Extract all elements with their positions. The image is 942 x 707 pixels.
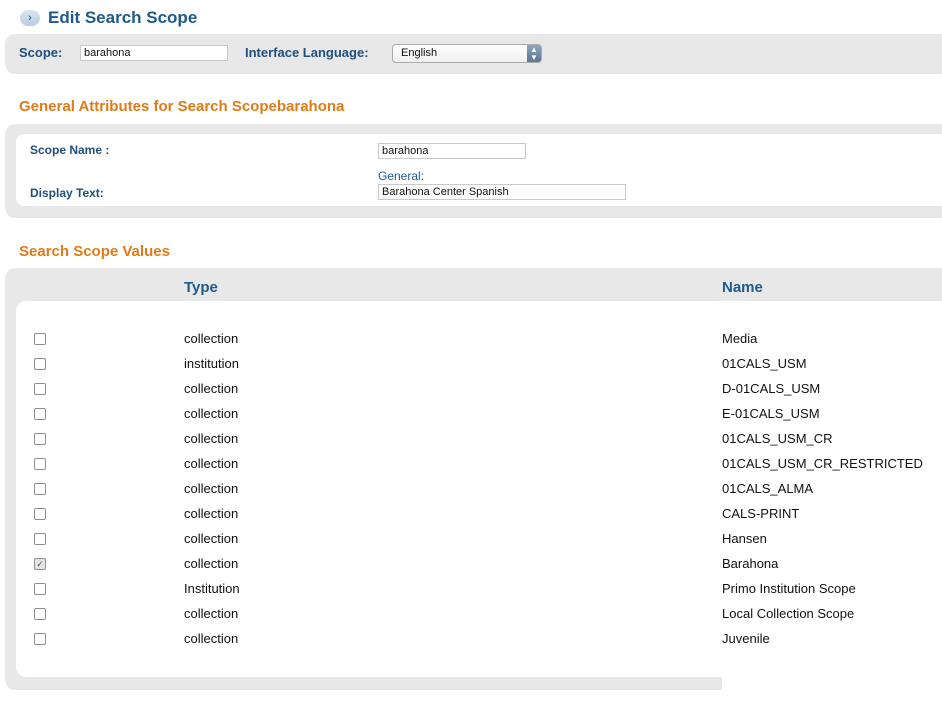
select-arrows-icon: ▲ ▼ [527,45,541,62]
table-row: Institution Primo Institution Scope [0,578,942,603]
table-row: collection D-01CALS_USM [0,378,942,403]
row-name: 01CALS_USM_CR [722,431,833,446]
row-name: Hansen [722,531,767,546]
row-type: collection [184,606,239,621]
row-checkbox[interactable] [34,608,46,620]
scope-label: Scope: [19,45,63,60]
name-column-header: Name [722,279,763,296]
table-row: collection Local Collection Scope [0,603,942,628]
row-name: Primo Institution Scope [722,581,856,596]
row-name: Juvenile [722,631,770,646]
general-attributes-title: General Attributes for Search Scopebarah… [19,98,345,115]
row-checkbox[interactable] [34,508,46,520]
panel-edge [722,677,942,707]
row-checkbox[interactable] [34,333,46,345]
row-type: collection [184,506,239,521]
row-name: D-01CALS_USM [722,381,821,396]
row-name: 01CALS_USM_CR_RESTRICTED [722,456,923,471]
row-type: collection [184,531,239,546]
row-type: institution [184,356,239,371]
table-row: collection E-01CALS_USM [0,403,942,428]
row-checkbox[interactable]: ✓ [34,558,46,570]
scope-name-label: Scope Name : [30,143,110,157]
row-checkbox[interactable] [34,583,46,595]
interface-language-label: Interface Language: [245,45,369,60]
row-type: collection [184,406,239,421]
table-row: collection 01CALS_USM_CR [0,428,942,453]
chevron-right-icon[interactable]: › [20,10,40,26]
interface-language-value: English [401,47,438,59]
display-text-input[interactable]: Barahona Center Spanish [378,184,626,200]
row-checkbox[interactable] [34,533,46,545]
row-type: collection [184,631,239,646]
row-type: collection [184,331,239,346]
row-type: collection [184,556,239,571]
table-row: collection Hansen [0,528,942,553]
row-type: collection [184,381,239,396]
row-checkbox[interactable] [34,408,46,420]
row-name: Media [722,331,758,346]
scope-name-value: barahona [382,145,429,157]
interface-language-select[interactable]: English ▲ ▼ [392,44,542,63]
table-row: collection 01CALS_ALMA [0,478,942,503]
row-name: 01CALS_ALMA [722,481,814,496]
row-checkbox[interactable] [34,358,46,370]
table-row: collection Media [0,328,942,353]
row-type: Institution [184,581,240,596]
type-column-header: Type [184,279,218,296]
row-name: CALS-PRINT [722,506,800,521]
display-text-value: Barahona Center Spanish [382,186,509,198]
row-name: Barahona [722,556,779,571]
table-row: collection Juvenile [0,628,942,653]
table-row: ✓ collection Barahona [0,553,942,578]
display-text-label: Display Text: [30,186,104,200]
row-name: 01CALS_USM [722,356,807,371]
row-checkbox[interactable] [34,458,46,470]
page-title: Edit Search Scope [48,8,198,27]
table-row: collection CALS-PRINT [0,503,942,528]
scope-input-value: barahona [84,47,131,59]
row-type: collection [184,456,239,471]
table-row: collection 01CALS_USM_CR_RESTRICTED [0,453,942,478]
row-type: collection [184,481,239,496]
general-sublabel: General: [378,169,425,183]
search-scope-values-title: Search Scope Values [19,243,170,260]
row-name: Local Collection Scope [722,606,855,621]
scope-input[interactable]: barahona [80,45,228,61]
table-row: institution 01CALS_USM [0,353,942,378]
row-name: E-01CALS_USM [722,406,820,421]
scope-name-input[interactable]: barahona [378,143,526,159]
row-checkbox[interactable] [34,483,46,495]
row-checkbox[interactable] [34,633,46,645]
title-row: › Edit Search Scope [20,6,197,30]
row-type: collection [184,431,239,446]
row-checkbox[interactable] [34,383,46,395]
row-checkbox[interactable] [34,433,46,445]
